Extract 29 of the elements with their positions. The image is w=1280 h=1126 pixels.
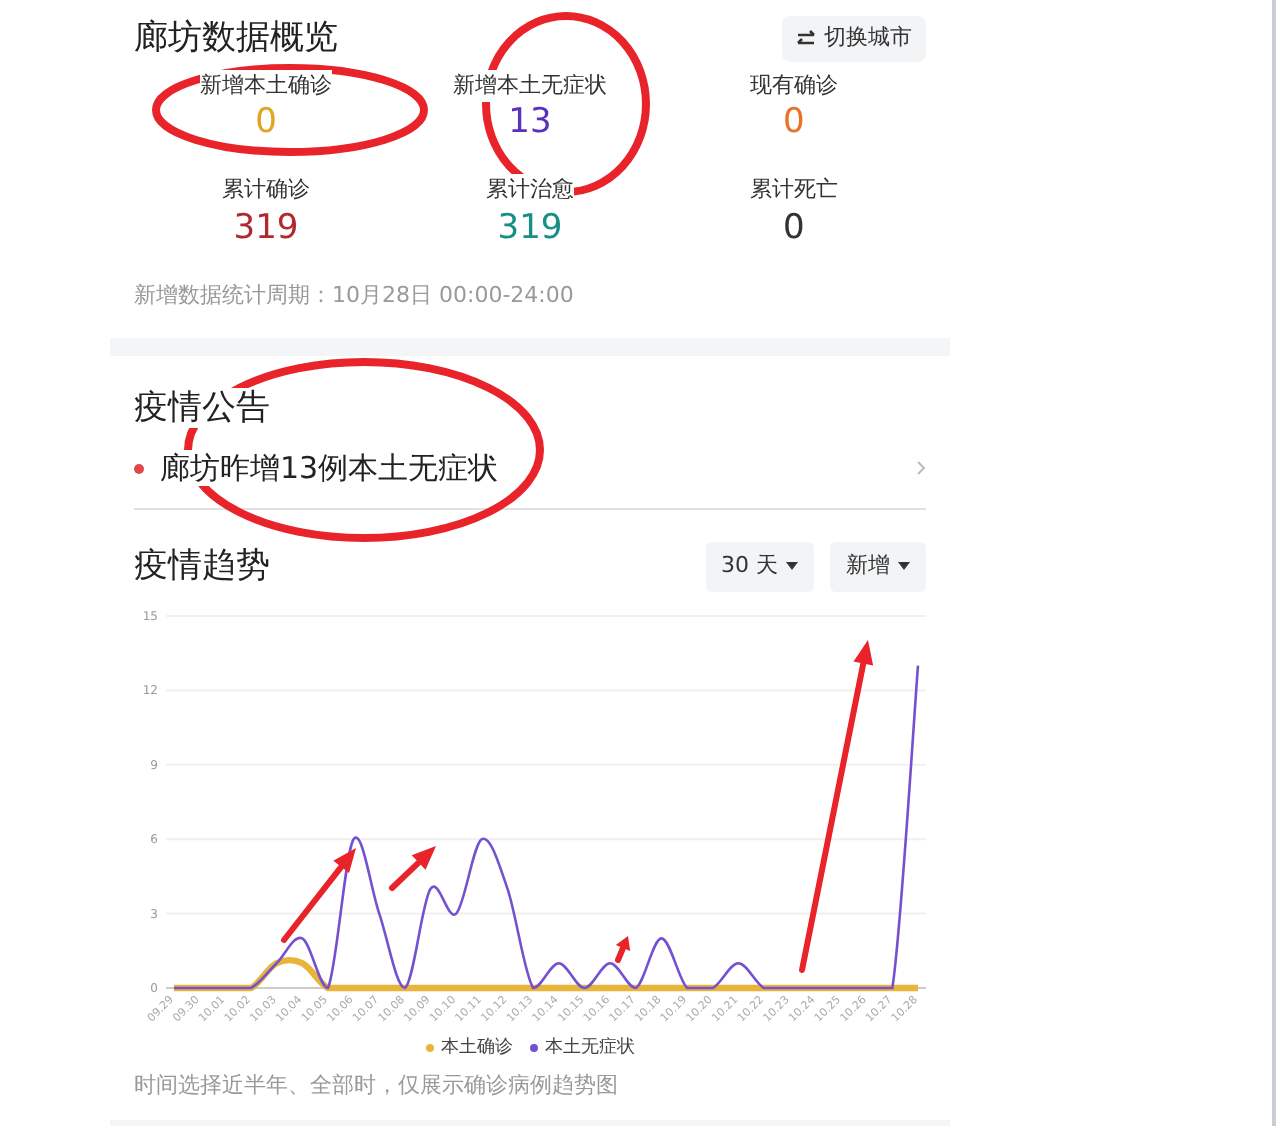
swap-icon xyxy=(796,29,816,48)
section-title: 疫情公告 xyxy=(134,387,270,429)
stat-label: 现有确诊 xyxy=(749,69,838,102)
stat-value: 0 xyxy=(781,102,807,143)
filter-dropdown[interactable]: 30 天 xyxy=(705,542,814,592)
announcement-text: 廊坊昨增13例本土无症状 xyxy=(160,450,499,487)
filter-dropdown[interactable]: 新增 xyxy=(830,542,926,592)
legend-label: 本土无症状 xyxy=(545,1035,635,1062)
stat-value: 0 xyxy=(781,207,807,249)
stat-value: 319 xyxy=(231,207,301,249)
stat-label: 新增本土确诊 xyxy=(199,69,332,102)
caret-icon xyxy=(898,562,910,571)
annotation-arrow xyxy=(389,846,436,891)
period-note: 新增数据统计周期：10月28日 00:00-24:00 xyxy=(134,280,576,313)
chevron-right-icon xyxy=(916,460,926,477)
stat-value: 0 xyxy=(253,102,279,143)
chart-note: 时间选择近半年、全部时，仅展示确诊病例趋势图 xyxy=(134,1070,620,1103)
bullet-icon xyxy=(134,463,144,474)
annotation-arrow xyxy=(281,848,356,943)
stat-value: 319 xyxy=(495,207,565,249)
section-title: 疫情趋势 xyxy=(134,546,270,588)
legend-label: 本土确诊 xyxy=(441,1035,513,1062)
section-title: 廊坊数据概览 xyxy=(134,18,338,59)
announcement-item[interactable]: 廊坊昨增13例本土无症状 xyxy=(134,428,926,511)
switch-city-button[interactable]: 切换城市 xyxy=(782,16,926,61)
stat-value: 13 xyxy=(506,102,554,143)
annotation-arrow xyxy=(615,936,631,963)
stat-label: 新增本土无症状 xyxy=(452,69,607,102)
caret-icon xyxy=(786,562,798,571)
